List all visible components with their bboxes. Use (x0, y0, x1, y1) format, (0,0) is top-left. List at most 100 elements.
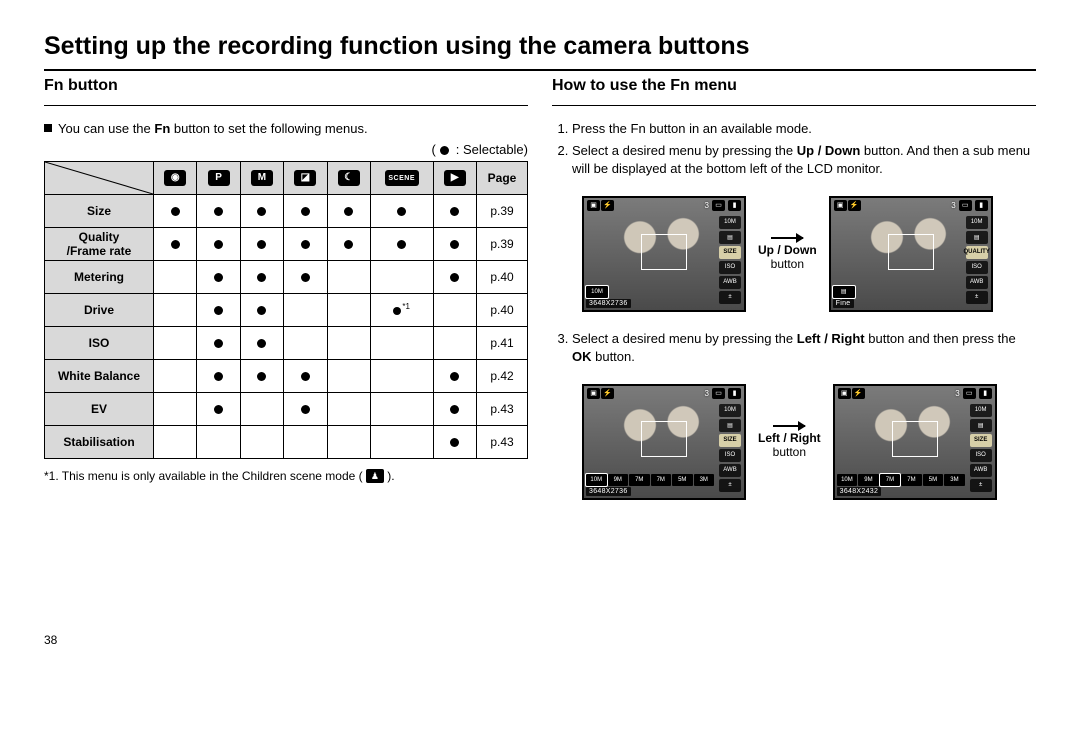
page-header: Page (477, 161, 528, 194)
footnote: *1. This menu is only available in the C… (44, 469, 528, 484)
thumb: 7M (629, 474, 650, 486)
cell (370, 392, 433, 425)
thumb: 7M (880, 474, 901, 486)
row-label: White Balance (45, 359, 154, 392)
mode-header: ◪ (284, 161, 327, 194)
battery-icon: ▮ (728, 200, 741, 211)
dot-icon (257, 306, 266, 315)
dot-icon (301, 372, 310, 381)
mode-header: ◉ (154, 161, 197, 194)
divider-thick (44, 69, 1036, 71)
letter-mode-icon: M (251, 170, 273, 186)
intro-prefix: You can use the (58, 121, 154, 136)
cell (197, 326, 240, 359)
cell (433, 326, 476, 359)
cell (284, 392, 327, 425)
cell (240, 359, 283, 392)
page-number: 38 (44, 633, 528, 647)
screens-row-2: ▣⚡ 3 ▭ ▮ 10M ▤ SIZE ISO AWB ± 10M9M7M7M5… (582, 384, 1036, 500)
dot-icon (214, 273, 223, 282)
cell (370, 260, 433, 293)
thumb: 10M (586, 286, 608, 298)
thumb: 10M (837, 474, 858, 486)
badge-ev: ± (719, 291, 741, 304)
night-mode-icon: ☾ (338, 170, 360, 186)
dot-icon (257, 207, 266, 216)
intro-bold: Fn (154, 121, 170, 136)
divider-thin-left (44, 105, 528, 106)
cell (197, 425, 240, 458)
row-label: Metering (45, 260, 154, 293)
cell (327, 326, 370, 359)
dot-icon (344, 240, 353, 249)
movie-mode-icon: ▶ (444, 170, 466, 186)
cell (197, 392, 240, 425)
mode-header: M (240, 161, 283, 194)
legend: ( : Selectable) (44, 142, 528, 157)
dot-icon (214, 306, 223, 315)
cell (197, 227, 240, 260)
dot-icon (257, 240, 266, 249)
cell (197, 293, 240, 326)
thumb: 7M (651, 474, 672, 486)
table-corner (45, 161, 154, 194)
badge-awb: AWB (719, 276, 741, 289)
page-cell: p.40 (477, 293, 528, 326)
thumb: 9M (858, 474, 879, 486)
cell (327, 425, 370, 458)
arrow-icon (773, 425, 805, 427)
cell (154, 326, 197, 359)
dot-icon (393, 307, 401, 315)
cell (433, 194, 476, 227)
row-label: Drive (45, 293, 154, 326)
dot-icon (257, 273, 266, 282)
left-intro: You can use the Fn button to set the fol… (44, 120, 528, 138)
cell (154, 359, 197, 392)
cell (240, 425, 283, 458)
drive-icon: ▭ (712, 200, 725, 211)
cell (154, 227, 197, 260)
table-row: Meteringp.40 (45, 260, 528, 293)
row-label: Stabilisation (45, 425, 154, 458)
children-mode-icon: ♟ (366, 469, 384, 483)
cell (433, 260, 476, 293)
cell (433, 293, 476, 326)
dot-icon (450, 372, 459, 381)
cell (327, 392, 370, 425)
fn-table: ◉PM◪☾SCENE▶Page Sizep.39Quality/Frame ra… (44, 161, 528, 459)
dual-mode-icon: ◪ (294, 170, 316, 186)
screens-row-1: ▣⚡ 3 ▭ ▮ 10M ▤ SIZE ISO AWB ± 10M (582, 196, 1036, 312)
cell (240, 293, 283, 326)
lcd-screen-b: ▣⚡ 3 ▭ ▮ 10M ▤ QUALITY ISO AWB ± ▤ (829, 196, 993, 312)
cell (154, 293, 197, 326)
cell (433, 227, 476, 260)
page-title: Setting up the recording function using … (44, 32, 1036, 61)
table-row: Stabilisationp.43 (45, 425, 528, 458)
mode-header: ▶ (433, 161, 476, 194)
table-row: Quality/Frame ratep.39 (45, 227, 528, 260)
cell (240, 194, 283, 227)
camera-icon: ▣ (587, 200, 600, 211)
thumb: 5M (923, 474, 944, 486)
dot-icon (214, 207, 223, 216)
cell (197, 194, 240, 227)
fine-label: Fine (833, 299, 854, 308)
cell (433, 359, 476, 392)
dot-icon (214, 240, 223, 249)
dot-icon (301, 240, 310, 249)
cell (240, 260, 283, 293)
cell (154, 260, 197, 293)
page-cell: p.41 (477, 326, 528, 359)
cell: *1 (370, 293, 433, 326)
cell (370, 359, 433, 392)
badge-iso: ISO (719, 261, 741, 274)
arrow-updown: Up / Down button (758, 237, 817, 271)
cell (370, 425, 433, 458)
flash-icon: ⚡ (601, 200, 614, 211)
cell (284, 194, 327, 227)
mode-header: SCENE (370, 161, 433, 194)
row-label: Size (45, 194, 154, 227)
intro-suffix: button to set the following menus. (170, 121, 367, 136)
divider-thin-right (552, 105, 1036, 106)
cell (284, 326, 327, 359)
